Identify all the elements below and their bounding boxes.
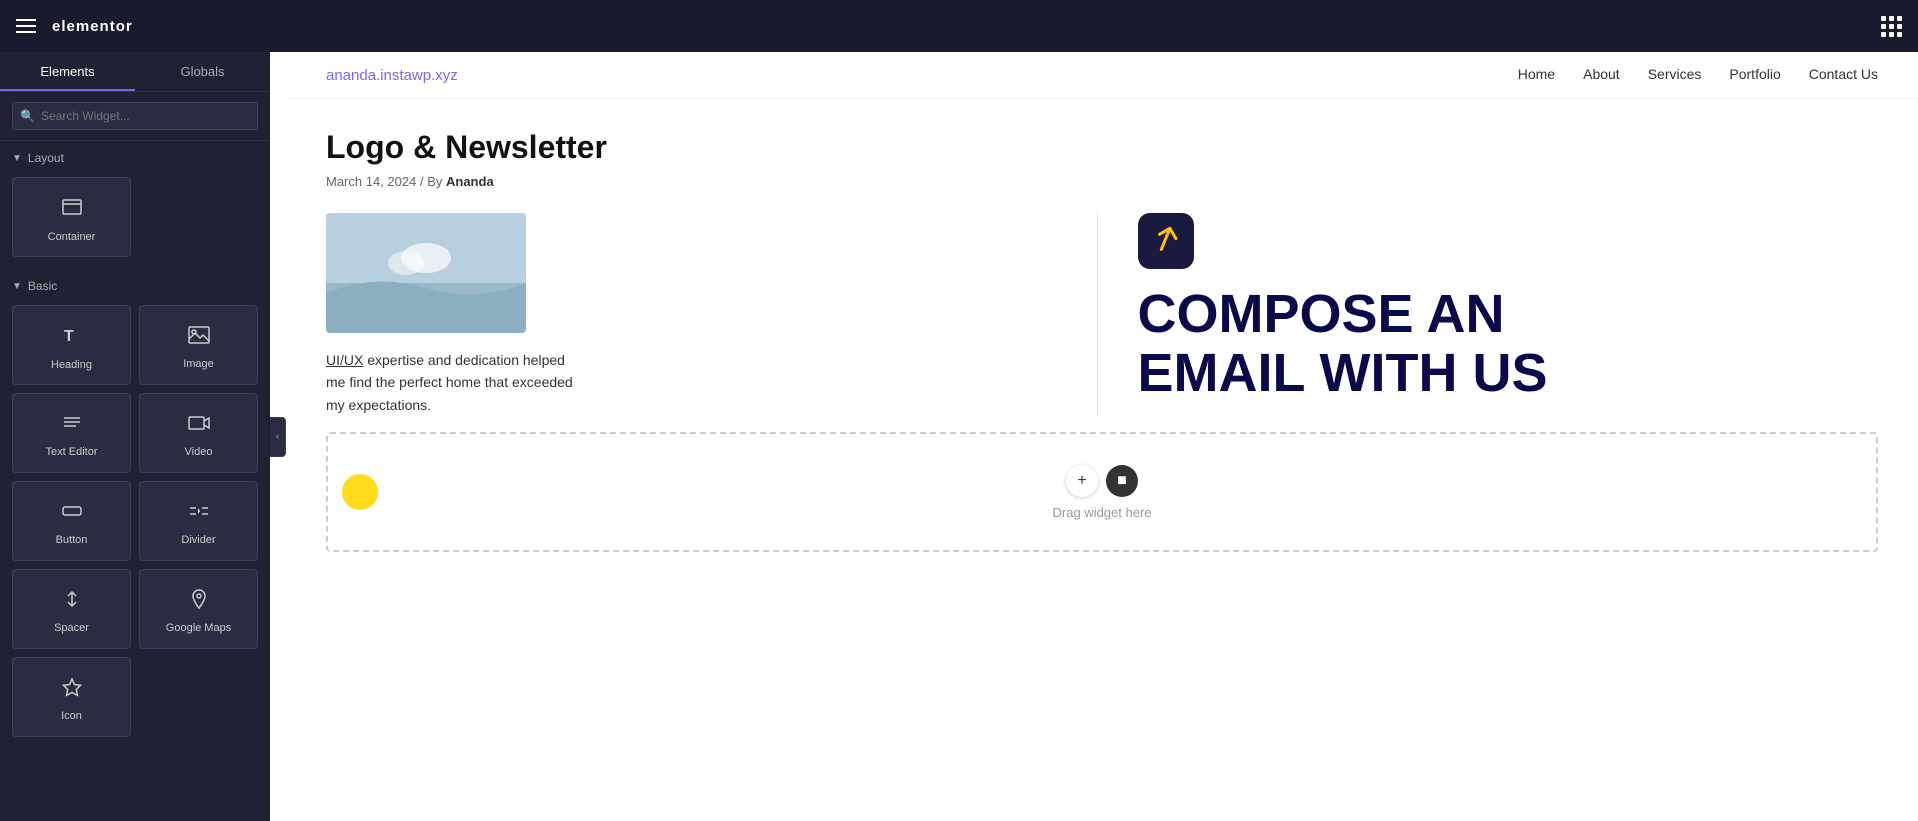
nav-item-services[interactable]: Services <box>1648 66 1702 84</box>
tab-globals[interactable]: Globals <box>135 52 270 91</box>
image-icon <box>187 324 211 352</box>
widget-button[interactable]: Button <box>12 481 131 561</box>
yellow-circle-cursor <box>342 474 378 510</box>
widget-google-maps[interactable]: Google Maps <box>139 569 258 649</box>
widget-icon-square: ■ <box>1117 472 1127 490</box>
google-maps-icon <box>187 588 211 616</box>
basic-widget-grid: T Heading Image <box>0 299 270 749</box>
container-icon <box>60 195 84 225</box>
chevron-down-icon: ▼ <box>12 153 22 164</box>
content-columns: UI/UX expertise and dedication helped me… <box>326 213 1878 416</box>
elementor-logo: elementor <box>52 18 133 35</box>
svg-text:T: T <box>64 328 74 345</box>
sidebar-search-area: 🔍 <box>0 92 270 141</box>
heading-icon: T <box>60 323 84 353</box>
nav-item-home[interactable]: Home <box>1518 66 1555 84</box>
tab-elements[interactable]: Elements <box>0 52 135 91</box>
post-title: Logo & Newsletter <box>326 129 1878 166</box>
testimonial-text: UI/UX expertise and dedication helped me… <box>326 349 586 416</box>
send-arrow-icon <box>1145 219 1187 263</box>
chevron-down-icon-basic: ▼ <box>12 281 22 292</box>
sidebar-collapse-handle[interactable]: ‹ <box>270 417 286 457</box>
content-left: UI/UX expertise and dedication helped me… <box>326 213 1098 416</box>
widget-image[interactable]: Image <box>139 305 258 385</box>
icon-widget-icon <box>60 676 84 704</box>
widget-text-editor[interactable]: Text Editor <box>12 393 131 473</box>
widget-icon[interactable]: Icon <box>12 657 131 737</box>
hamburger-menu-icon[interactable] <box>16 19 36 33</box>
widget-container[interactable]: Container <box>12 177 131 257</box>
website-preview: ananda.instawp.xyz Home About Services P… <box>286 52 1918 821</box>
site-navigation: ananda.instawp.xyz Home About Services P… <box>286 52 1918 99</box>
layout-widget-grid: Container <box>0 171 270 269</box>
site-url: ananda.instawp.xyz <box>326 67 458 84</box>
apps-grid-icon[interactable] <box>1881 16 1902 37</box>
post-meta: March 14, 2024 / By Ananda <box>326 174 1878 189</box>
video-icon <box>187 412 211 440</box>
nav-item-about[interactable]: About <box>1583 66 1620 84</box>
top-bar: elementor <box>0 0 1918 52</box>
compose-section: COMPOSE AN EMAIL WITH US <box>1138 213 1879 404</box>
search-input[interactable] <box>12 102 258 130</box>
canvas: ananda.instawp.xyz Home About Services P… <box>286 52 1918 821</box>
main-layout: Elements Globals 🔍 ▼ Layout <box>0 52 1918 821</box>
drag-widget-label: Drag widget here <box>1053 505 1152 520</box>
widget-type-button[interactable]: ■ <box>1106 465 1138 497</box>
divider-icon <box>187 500 211 528</box>
widget-divider[interactable]: Divider <box>139 481 258 561</box>
placeholder-image <box>326 213 526 333</box>
widget-heading[interactable]: T Heading <box>12 305 131 385</box>
nav-item-portfolio[interactable]: Portfolio <box>1729 66 1780 84</box>
collapse-chevron-icon: ‹ <box>276 431 279 442</box>
spacer-icon <box>60 588 84 616</box>
button-icon <box>60 500 84 528</box>
sidebar: Elements Globals 🔍 ▼ Layout <box>0 52 270 821</box>
widget-spacer[interactable]: Spacer <box>12 569 131 649</box>
widget-video[interactable]: Video <box>139 393 258 473</box>
site-menu: Home About Services Portfolio Contact Us <box>1518 66 1878 84</box>
section-basic-label[interactable]: ▼ Basic <box>0 269 270 299</box>
sidebar-tabs: Elements Globals <box>0 52 270 92</box>
drop-zone[interactable]: + ■ Drag widget here <box>326 432 1878 552</box>
search-icon: 🔍 <box>20 109 35 123</box>
nav-item-contact[interactable]: Contact Us <box>1809 66 1878 84</box>
compose-logo <box>1138 213 1194 269</box>
compose-heading: COMPOSE AN EMAIL WITH US <box>1138 285 1548 404</box>
content-area: Logo & Newsletter March 14, 2024 / By An… <box>286 99 1918 416</box>
section-layout-label[interactable]: ▼ Layout <box>0 141 270 171</box>
drop-zone-actions: + ■ <box>1066 465 1138 497</box>
content-right: COMPOSE AN EMAIL WITH US <box>1098 213 1879 416</box>
add-widget-button[interactable]: + <box>1066 465 1098 497</box>
text-editor-icon <box>60 412 84 440</box>
